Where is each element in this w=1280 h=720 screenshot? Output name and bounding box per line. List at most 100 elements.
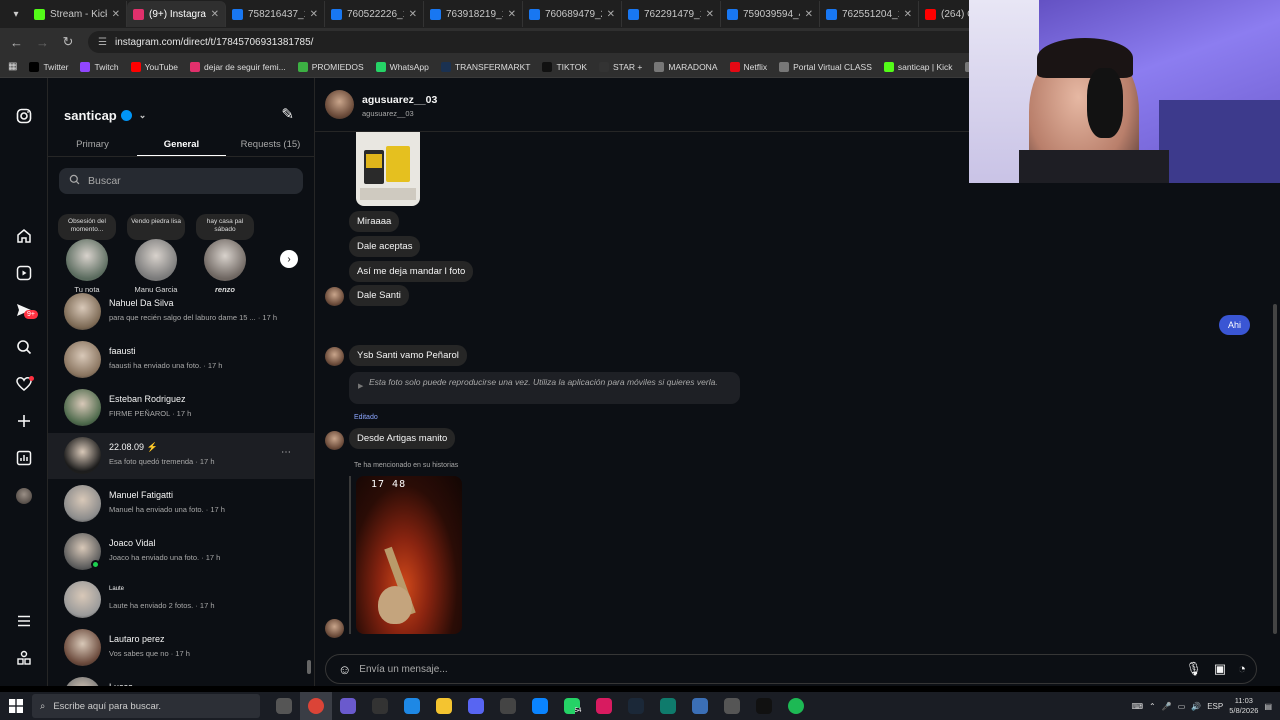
browser-tab[interactable]: Stream - Kick ✕ [28,1,127,27]
tab-requests[interactable]: Requests (15) [226,132,314,156]
message-bubble[interactable]: Dale aceptas [349,236,421,257]
menu-icon[interactable] [14,611,34,631]
shared-photo[interactable] [356,132,420,206]
thread-avatar[interactable] [64,437,101,474]
edge-icon[interactable] [524,692,556,720]
thread-avatar[interactable] [64,389,101,426]
thread-row[interactable]: Joaco Vidal Joaco ha enviado una foto. · … [48,529,314,575]
notifications-icon[interactable]: ▤ [1264,702,1272,711]
browser-tab[interactable]: 760522226_13 ✕ [325,1,424,27]
close-tab-icon[interactable]: ✕ [508,9,516,20]
close-tab-icon[interactable]: ✕ [904,9,912,20]
bookmark[interactable]: TIKTOK [542,61,587,72]
bookmark[interactable]: TRANSFERMARKT [440,61,530,72]
bookmark[interactable]: WhatsApp [375,61,429,72]
bookmark[interactable]: MARADONA [654,61,718,72]
copilot-icon[interactable] [332,692,364,720]
bookmark[interactable]: dejar de seguir femi... [189,61,286,72]
message-bubble[interactable]: Desde Artigas manito [349,428,456,449]
tab-primary[interactable]: Primary [48,132,137,156]
close-tab-icon[interactable]: ✕ [211,9,219,20]
close-tab-icon[interactable]: ✕ [706,9,714,20]
contact-name[interactable]: agusuarez__03 [362,94,437,106]
search-icon[interactable] [14,337,34,357]
note-avatar[interactable] [204,239,246,281]
clock[interactable]: 11:03 5/8/2026 [1229,696,1258,716]
browser-tab[interactable]: 762291479_15 ✕ [622,1,721,27]
image-icon[interactable]: ▣ [1214,661,1226,677]
steam-icon[interactable] [620,692,652,720]
home-icon[interactable] [14,226,34,246]
create-icon[interactable] [14,411,34,431]
bookmark[interactable]: Netflix [729,61,767,72]
inbox-scrollbar[interactable] [307,660,311,674]
profile-avatar[interactable] [14,486,34,506]
message-composer[interactable]: ☺ Envía un mensaje... 🎙 ▣ ◔ [325,654,1257,684]
note-avatar[interactable] [66,239,108,281]
tab-general[interactable]: General [137,132,226,156]
bookmark[interactable]: PROMIEDOS [297,61,364,72]
thread-avatar[interactable] [64,677,101,686]
chevron-up-icon[interactable]: ⌃ [1149,702,1156,711]
close-tab-icon[interactable]: ✕ [310,9,318,20]
sticker-icon[interactable]: ◔ [1238,661,1246,677]
browser-tab[interactable]: 758216437_16 ✕ [226,1,325,27]
microphone-icon[interactable]: 🎤 [1162,702,1172,711]
note-avatar[interactable] [135,239,177,281]
notes-next-button[interactable]: › [280,250,298,268]
obs-icon[interactable] [492,692,524,720]
thread-row[interactable]: Lucca [48,673,314,686]
story-thumbnail[interactable]: 17 48 [356,476,462,634]
thread-row[interactable]: faausti faausti ha enviado una foto. · 17… [48,337,314,383]
task-view-icon[interactable] [268,692,300,720]
sent-message-bubble[interactable]: Ahi [1219,315,1251,335]
thread-avatar[interactable] [64,341,101,378]
more-options-icon[interactable]: ⋯ [281,447,291,458]
reels-icon[interactable] [14,263,34,283]
sender-avatar[interactable] [325,431,344,450]
app-icon[interactable] [588,692,620,720]
thread-row[interactable]: Nahuel Da Silva para que recién salgo del… [48,289,314,335]
message-bubble[interactable]: Miraaaa [349,211,400,232]
file-explorer-icon[interactable] [428,692,460,720]
message-bubble[interactable]: Dale Santi [349,285,409,306]
thread-row[interactable]: Laute Laute ha enviado 2 fotos. · 17 h [48,577,314,623]
apps-icon[interactable]: ▦ [8,61,17,72]
bookmark[interactable]: Portal Virtual CLASS [779,61,872,72]
emoji-icon[interactable]: ☺ [338,662,351,677]
close-tab-icon[interactable]: ✕ [607,9,615,20]
view-once-photo-notice[interactable]: ▶ Esta foto solo puede reproducirse una … [349,372,740,404]
discord-icon[interactable] [460,692,492,720]
browser-tab[interactable]: (9+) Instagram ✕ [127,1,226,27]
capcut-icon[interactable] [748,692,780,720]
spotify-icon[interactable] [780,692,812,720]
contact-avatar[interactable] [325,90,354,119]
whatsapp-icon[interactable]: 54 [556,692,588,720]
browser-tab[interactable]: 762551204_15 ✕ [820,1,919,27]
site-info-icon[interactable]: ☰ [98,37,107,48]
thread-row[interactable]: Lautaro perez Vos sabes que no · 17 h [48,625,314,671]
network-icon[interactable]: ▭ [1178,702,1186,711]
instagram-logo-icon[interactable] [14,106,34,126]
message-bubble[interactable]: Ysb Santi vamo Peñarol [349,345,467,366]
thread-row[interactable]: Manuel Fatigatti Manuel ha enviado una fo… [48,481,314,527]
account-switcher[interactable]: santicap ⌄ [64,108,146,123]
thread-row[interactable]: 22.08.09 ⚡ Esa foto quedó tremenda · 17 h… [48,433,314,479]
language-indicator[interactable]: ESP [1207,702,1223,711]
volume-icon[interactable]: 🔊 [1191,702,1201,711]
browser-tab[interactable]: 760689479_20 ✕ [523,1,622,27]
bookmark[interactable]: Twitter [29,61,68,72]
sender-avatar[interactable] [325,287,344,306]
close-tab-icon[interactable]: ✕ [409,9,417,20]
start-button[interactable] [0,699,32,713]
search-input[interactable]: Buscar [59,168,303,194]
sender-avatar[interactable] [325,347,344,366]
bookmark[interactable]: STAR + [599,61,642,72]
new-message-icon[interactable]: ✎ [281,105,294,123]
meta-apps-icon[interactable] [14,648,34,668]
chrome-icon[interactable] [300,692,332,720]
close-tab-icon[interactable]: ✕ [805,9,813,20]
tab-search-icon[interactable]: ▾ [4,3,28,25]
keyboard-icon[interactable]: ⌨ [1131,702,1143,711]
thread-avatar[interactable] [64,581,101,618]
